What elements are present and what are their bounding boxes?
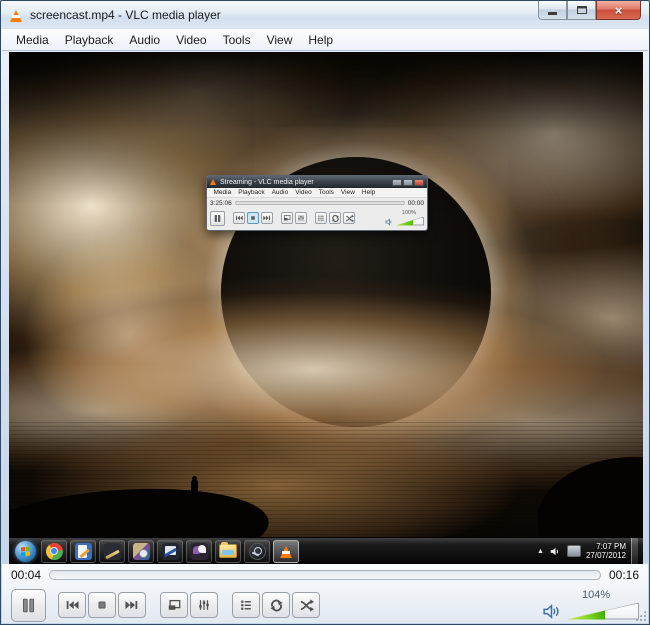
close-button[interactable]: × <box>596 1 641 20</box>
inner-menu-help: Help <box>358 189 378 196</box>
inner-shuffle-button <box>343 212 355 224</box>
inner-menu-bar: Media Playback Audio Video Tools View He… <box>207 188 427 198</box>
inner-window-title: Streaming - VLC media player <box>220 179 314 186</box>
notepad-icon <box>70 540 96 563</box>
inner-minimize-button <box>392 179 402 186</box>
inner-close-button <box>414 179 424 186</box>
maximize-button[interactable] <box>567 1 596 20</box>
vlc-main-window: screencast.mp4 - VLC media player × Medi… <box>0 0 650 625</box>
inner-menu-view: View <box>337 189 358 196</box>
tray-time: 7:07 PM <box>586 542 626 552</box>
inner-title-bar: Streaming - VLC media player <box>207 176 427 188</box>
loop-button[interactable] <box>262 592 290 618</box>
inner-fullscreen-button <box>281 212 293 224</box>
inner-loop-button <box>329 212 341 224</box>
inner-previous-button <box>233 212 245 224</box>
seek-row: 00:04 00:16 <box>2 564 648 585</box>
inner-seek-row: 3:25:06 00:00 <box>207 198 427 208</box>
menu-audio[interactable]: Audio <box>121 30 168 50</box>
inner-next-button <box>261 212 273 224</box>
tray-clock: 7:07 PM 27/07/2012 <box>586 542 626 561</box>
inner-duration: 00:00 <box>408 200 424 207</box>
menu-help[interactable]: Help <box>300 30 341 50</box>
tray-date: 27/07/2012 <box>586 551 626 561</box>
inner-window-controls <box>392 179 424 186</box>
inner-maximize-button <box>403 179 413 186</box>
inner-elapsed-time: 3:25:06 <box>210 200 232 207</box>
elapsed-time: 00:04 <box>11 568 41 582</box>
inner-stop-button <box>247 212 259 224</box>
video-surface[interactable]: Streaming - VLC media player Media Playb… <box>9 52 643 564</box>
seek-slider[interactable] <box>49 570 601 580</box>
menu-tools[interactable]: Tools <box>215 30 259 50</box>
inner-seek-track <box>235 201 405 205</box>
chrome-icon <box>41 540 67 563</box>
inner-vlc-window: Streaming - VLC media player Media Playb… <box>206 175 428 231</box>
inner-extended-settings-button <box>295 212 307 224</box>
playlist-button[interactable] <box>232 592 260 618</box>
inner-menu-video: Video <box>292 189 316 196</box>
menu-video[interactable]: Video <box>168 30 214 50</box>
pen-tool-icon <box>99 540 125 563</box>
extended-settings-button[interactable] <box>190 592 218 618</box>
inner-volume-percent: 100% <box>402 210 416 216</box>
fullscreen-button[interactable] <box>160 592 188 618</box>
inner-playlist-button <box>315 212 327 224</box>
vlc-taskbar-icon <box>273 540 299 563</box>
minimize-button[interactable] <box>538 1 567 20</box>
next-button[interactable] <box>118 592 146 618</box>
menu-bar: Media Playback Audio Video Tools View He… <box>2 29 648 51</box>
volume-widget[interactable]: 104% <box>542 591 639 620</box>
volume-slider[interactable] <box>567 603 639 620</box>
close-icon: × <box>615 4 623 17</box>
inner-vlc-cone-icon <box>210 178 217 186</box>
maximize-icon <box>577 6 587 14</box>
menu-playback[interactable]: Playback <box>57 30 122 50</box>
stop-button[interactable] <box>88 592 116 618</box>
messenger-icon <box>186 540 212 563</box>
shuffle-button[interactable] <box>292 592 320 618</box>
system-tray: ▲ 7:07 PM 27/07/2012 <box>537 538 640 565</box>
explorer-folder-icon <box>215 540 241 563</box>
volume-fill <box>567 603 605 620</box>
inner-speaker-icon <box>385 218 394 226</box>
video-taskbar: ▲ 7:07 PM 27/07/2012 <box>9 537 643 564</box>
pause-button[interactable] <box>11 589 46 622</box>
window-controls: × <box>538 1 641 20</box>
inner-menu-tools: Tools <box>315 189 337 196</box>
tray-expand-icon: ▲ <box>537 548 544 555</box>
windows-start-icon <box>12 540 38 563</box>
show-desktop-strip <box>631 538 638 565</box>
tray-action-center-icon <box>567 545 581 557</box>
total-duration: 00:16 <box>609 568 639 582</box>
speaker-icon[interactable] <box>542 603 561 620</box>
minimize-icon <box>548 12 557 15</box>
inner-pause-button <box>210 211 225 226</box>
menu-media[interactable]: Media <box>8 30 57 50</box>
window-title: screencast.mp4 - VLC media player <box>30 8 221 22</box>
media-app-icon <box>128 540 154 563</box>
person-silhouette <box>190 476 198 506</box>
inner-volume-slider <box>396 217 424 226</box>
inner-menu-audio: Audio <box>268 189 292 196</box>
player-bottom-chrome: 00:04 00:16 <box>2 564 648 623</box>
volume-percent: 104% <box>582 589 610 601</box>
paint-icon <box>157 540 183 563</box>
menu-view[interactable]: View <box>259 30 301 50</box>
inner-controls-row: 100% <box>207 208 427 228</box>
previous-button[interactable] <box>58 592 86 618</box>
controls-row: 104% <box>2 585 648 625</box>
inner-menu-playback: Playback <box>235 189 268 196</box>
tray-speaker-icon <box>549 546 562 557</box>
inner-volume-widget: 100% <box>385 211 424 226</box>
inner-menu-media: Media <box>210 189 235 196</box>
vlc-cone-icon <box>9 8 23 23</box>
steam-icon <box>244 540 270 563</box>
